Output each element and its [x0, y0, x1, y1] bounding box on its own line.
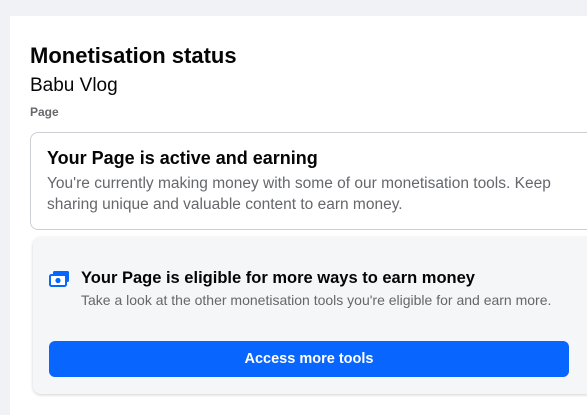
page-name: Babu Vlog	[30, 75, 118, 96]
status-card: Your Page is active and earning You're c…	[30, 132, 587, 230]
eligible-title: Your Page is eligible for more ways to e…	[81, 269, 475, 287]
eligible-card: Your Page is eligible for more ways to e…	[33, 237, 587, 394]
page-type-label: Page	[30, 105, 59, 119]
status-description: You're currently making money with some …	[47, 175, 551, 213]
status-title: Your Page is active and earning	[47, 148, 318, 168]
money-icon	[49, 270, 70, 288]
page-title: Monetisation status	[30, 43, 237, 68]
eligible-description: Take a look at the other monetisation to…	[81, 292, 552, 308]
monetisation-panel: Monetisation status Babu Vlog Page Your …	[10, 16, 587, 415]
access-more-tools-button[interactable]: Access more tools	[49, 341, 569, 377]
top-strip	[0, 0, 587, 16]
